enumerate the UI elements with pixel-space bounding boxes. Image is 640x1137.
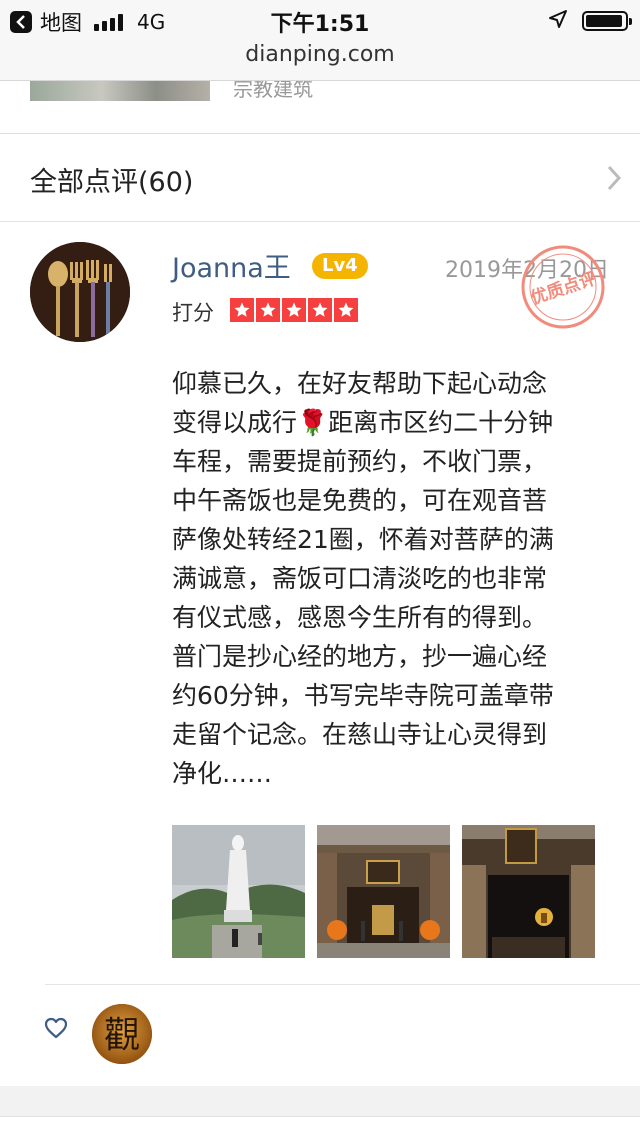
review-text-line: 中午斋饭也是免费的，可在观音菩: [172, 486, 548, 515]
review-photos: [172, 825, 595, 958]
liker-avatar-char: 觀: [104, 1015, 140, 1056]
review-text-line: 有仪式感，感恩今生所有的得到。: [172, 603, 548, 632]
review-text-line: 走留个记念。在慈山寺让心灵得到: [172, 720, 548, 749]
star-icon: [282, 298, 306, 322]
section-gap: [0, 1086, 640, 1116]
star-rating: [230, 298, 358, 322]
url-bar[interactable]: dianping.com: [0, 42, 640, 67]
review-text-line: 约60分钟，书写完毕寺院可盖章带: [172, 681, 554, 710]
all-reviews-row[interactable]: 全部点评(60): [0, 134, 640, 222]
star-icon: [334, 298, 358, 322]
liker-avatar[interactable]: 觀: [92, 1004, 152, 1064]
review-text-line: 普门是抄心经的地方，抄一遍心经: [172, 642, 548, 671]
star-icon: [308, 298, 332, 322]
status-bar: 地图 4G 下午1:51 dianping.com: [0, 0, 640, 81]
status-bar-right: [548, 9, 632, 33]
card-divider: [45, 984, 640, 985]
level-badge: Lv4: [312, 253, 368, 279]
temple-hall-photo[interactable]: [317, 825, 450, 958]
review-text-line: 满诚意，斋饭可口清淡吃的也非常: [172, 564, 548, 593]
quality-stamp-text: 优质点评: [528, 268, 599, 309]
review-text-line: 净化……: [172, 759, 273, 788]
user-avatar[interactable]: [30, 242, 130, 342]
guanyin-statue-photo[interactable]: [172, 825, 305, 958]
review-card: Joanna王 Lv4 2019年2月20日 优质点评 打分 仰慕已久，在好友帮…: [0, 222, 640, 1086]
review-text-line: 萨像处转经21圈，怀着对菩萨的满: [172, 525, 554, 554]
reviewer-name[interactable]: Joanna王: [172, 246, 291, 285]
location-arrow-icon: [548, 9, 568, 33]
previous-card-category: 宗教建筑: [233, 81, 313, 101]
review-text-line: 仰慕已久，在好友帮助下起心动念: [172, 369, 548, 398]
temple-gate-photo[interactable]: [462, 825, 595, 958]
battery-icon: [582, 11, 632, 31]
previous-card: 宗教建筑: [0, 81, 640, 134]
review-text-line: 变得以成行🌹距离市区约二十分钟: [172, 408, 554, 437]
star-icon: [230, 298, 254, 322]
all-reviews-title: 全部点评(60): [30, 167, 194, 198]
quality-review-stamp: 优质点评: [521, 245, 605, 329]
previous-card-image: [30, 81, 210, 101]
star-icon: [256, 298, 280, 322]
chevron-right-icon: [606, 164, 622, 196]
heart-icon[interactable]: [44, 1017, 68, 1043]
score-label: 打分: [172, 301, 214, 325]
next-section: [0, 1116, 640, 1137]
review-body[interactable]: 仰慕已久，在好友帮助下起心动念 变得以成行🌹距离市区约二十分钟 车程，需要提前预约，…: [172, 364, 608, 793]
review-text-line: 车程，需要提前预约，不收门票，: [172, 447, 548, 476]
clock: 下午1:51: [270, 12, 370, 37]
